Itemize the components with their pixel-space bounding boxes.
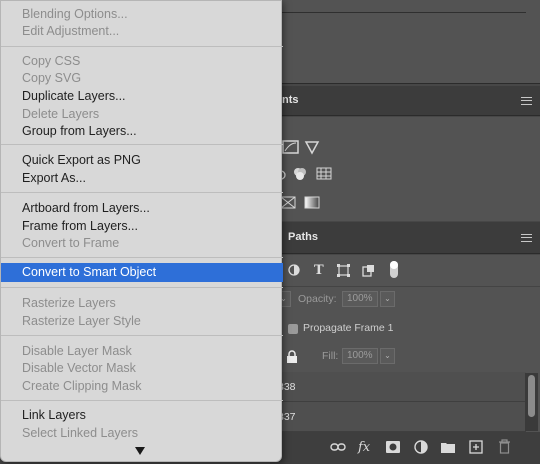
panel-menu-icon[interactable] [521, 234, 532, 242]
trash-icon[interactable] [498, 439, 511, 454]
tab-paths[interactable]: Paths [288, 231, 318, 243]
grid-table-icon[interactable] [316, 167, 332, 181]
curves-icon[interactable] [282, 139, 300, 155]
panel-menu-icon[interactable] [521, 97, 532, 105]
circle-half-icon[interactable] [288, 264, 300, 276]
lock-icon[interactable] [286, 350, 298, 363]
menu-item-convert-to-frame[interactable]: Convert to Frame [1, 234, 283, 252]
properties-panel: › [270, 0, 540, 84]
menu-item-rasterize-layer-style[interactable]: Rasterize Layer Style [1, 312, 283, 330]
menu-item-frame-from-layers[interactable]: Frame from Layers... [1, 217, 283, 235]
menu-separator [1, 335, 283, 336]
layer-row[interactable]: 337 [270, 402, 526, 432]
menu-separator [1, 46, 283, 47]
menu-separator [1, 144, 283, 145]
fx-icon[interactable]: fx [358, 440, 370, 456]
smart-object-icon[interactable] [362, 264, 375, 277]
menu-item-quick-export-png[interactable]: Quick Export as PNG [1, 151, 283, 169]
color-lookup-icon[interactable] [292, 167, 308, 181]
mask-icon[interactable] [386, 441, 400, 453]
gradient-map-triangle-icon[interactable] [304, 139, 320, 155]
menu-separator [1, 257, 283, 258]
menu-separator [1, 400, 283, 401]
opacity-dropdown[interactable]: ⌄ [380, 291, 395, 307]
menu-item-convert-to-smart-object[interactable]: Convert to Smart Object [1, 263, 283, 282]
menu-item-export-as[interactable]: Export As... [1, 169, 283, 187]
menu-item-edit-adjustment[interactable]: Edit Adjustment... [1, 22, 283, 40]
new-layer-icon[interactable] [469, 440, 483, 454]
opacity-row: ⌄ Opacity: 100% ⌄ [270, 291, 540, 309]
opacity-input[interactable]: 100% [342, 291, 378, 307]
adjustments-panel-body [270, 117, 540, 221]
menu-item-artboard-from-layers[interactable]: Artboard from Layers... [1, 199, 283, 217]
menu-item-disable-layer-mask[interactable]: Disable Layer Mask [1, 342, 283, 360]
menu-item-create-clipping-mask[interactable]: Create Clipping Mask [1, 377, 283, 395]
propagate-row: Propagate Frame 1 [270, 321, 540, 337]
menu-item-duplicate-layers[interactable]: Duplicate Layers... [1, 87, 283, 105]
menu-item-select-linked-layers[interactable]: Select Linked Layers [1, 424, 283, 442]
menu-separator [1, 287, 283, 288]
transform-icon[interactable] [337, 264, 350, 277]
layers-panel-header: Paths [270, 222, 540, 254]
propagate-checkbox[interactable] [288, 324, 298, 334]
menu-item-group-from-layers[interactable]: Group from Layers... [1, 122, 283, 140]
menu-item-copy-svg[interactable]: Copy SVG [1, 69, 283, 87]
adjustments-panel-header: nts [270, 86, 540, 116]
type-icon[interactable]: T [314, 263, 324, 279]
layer-context-menu: Blending Options... Edit Adjustment... C… [0, 0, 283, 462]
gradient-fill-icon[interactable] [304, 196, 320, 210]
layers-panel-body: T ⌄ Opacity: 100% ⌄ Propagate Frame 1 Fi… [270, 255, 540, 464]
folder-icon[interactable] [441, 441, 455, 453]
tab-adjustments[interactable]: nts [282, 94, 299, 106]
menu-item-blending-options[interactable]: Blending Options... [1, 5, 283, 23]
menu-item-delete-layers[interactable]: Delete Layers [1, 105, 283, 123]
fill-label: Fill: [322, 350, 339, 362]
layers-scrollbar[interactable] [525, 373, 538, 431]
menu-item-rasterize-layers[interactable]: Rasterize Layers [1, 294, 283, 312]
fill-input[interactable]: 100% [342, 348, 378, 364]
filter-toggle-icon[interactable] [390, 261, 398, 278]
adjustment-icon[interactable] [414, 440, 428, 454]
fill-dropdown[interactable]: ⌄ [380, 348, 395, 364]
opacity-label: Opacity: [298, 293, 337, 305]
panel-divider [270, 12, 526, 13]
scroll-down-arrow-icon[interactable] [135, 447, 145, 455]
propagate-label: Propagate Frame 1 [303, 322, 394, 334]
layer-filter-bar: T [270, 255, 540, 287]
layer-row[interactable]: 338 [270, 372, 526, 402]
menu-item-disable-vector-mask[interactable]: Disable Vector Mask [1, 359, 283, 377]
menu-item-link-layers[interactable]: Link Layers [1, 406, 283, 424]
link-icon[interactable] [330, 442, 346, 452]
scrollbar-thumb[interactable] [528, 375, 535, 417]
fill-row: Fill: 100% ⌄ [270, 348, 540, 366]
layers-bottom-toolbar: fx [270, 432, 540, 464]
menu-separator [1, 192, 283, 193]
menu-item-copy-css[interactable]: Copy CSS [1, 52, 283, 70]
